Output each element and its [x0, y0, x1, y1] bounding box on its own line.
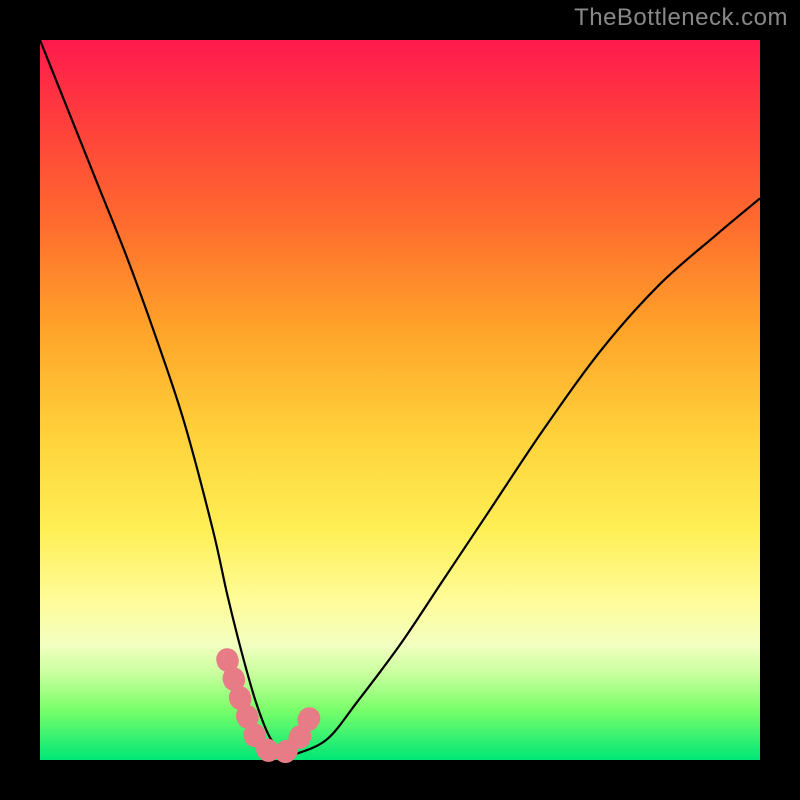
chart-frame: TheBottleneck.com — [0, 0, 800, 800]
bottleneck-curve — [40, 40, 760, 755]
plot-area — [40, 40, 760, 760]
watermark-text: TheBottleneck.com — [574, 4, 788, 32]
curve-layer — [40, 40, 760, 760]
